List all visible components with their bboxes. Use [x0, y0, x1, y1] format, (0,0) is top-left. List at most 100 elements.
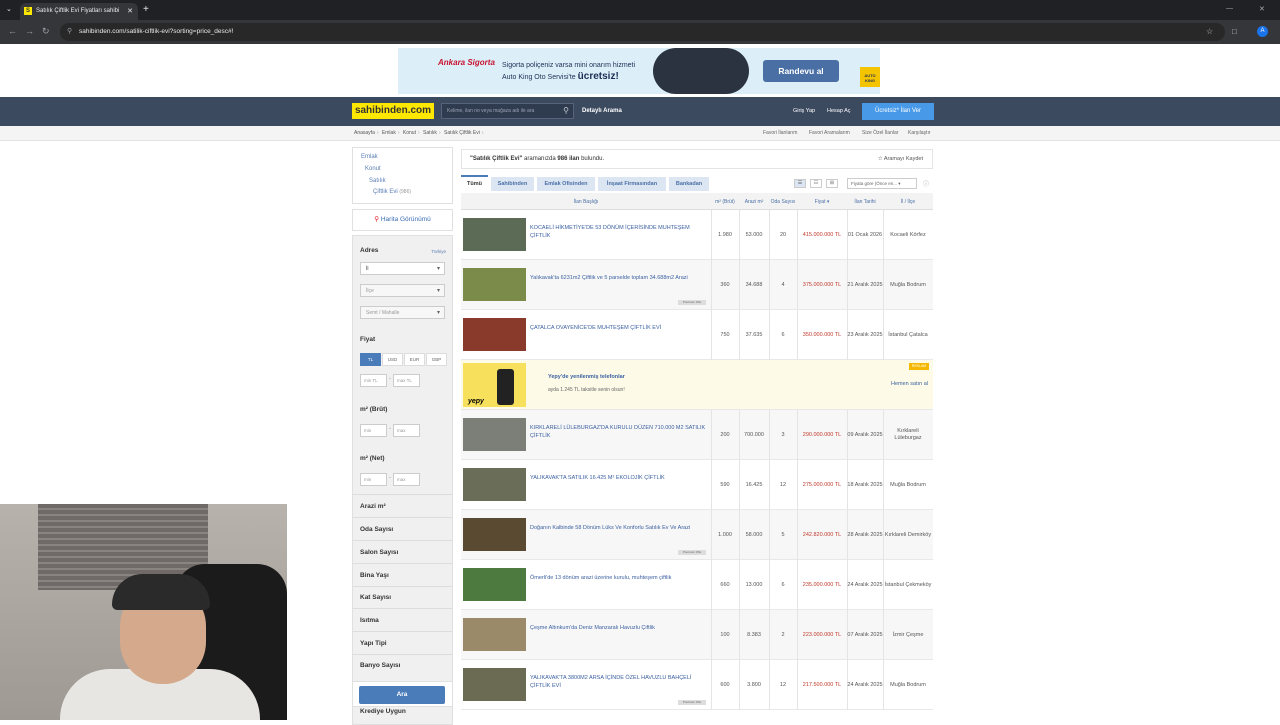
col-price[interactable]: Fiyat ▾ [797, 193, 847, 210]
col-date[interactable]: İlan Tarihi [847, 193, 883, 210]
tab-agency[interactable]: Emlak Ofisinden [537, 177, 595, 191]
listing-title[interactable]: YALIKAVAK'TA SATILIK 16.425 M² EKOLOJİK … [530, 474, 706, 482]
detailed-search-link[interactable]: Detaylı Arama [582, 108, 622, 114]
bookmark-star-icon[interactable]: ☆ [1206, 27, 1213, 36]
col-m2-brut[interactable]: m² (Brüt) [711, 193, 739, 210]
map-view-button[interactable]: ⚲ Harita Görünümü [352, 209, 453, 231]
extensions-icon[interactable]: □ [1232, 27, 1237, 36]
table-row[interactable]: YALIKAVAK'TA 3800M2 ARSA İÇİNDE ÖZEL HAV… [461, 660, 933, 710]
site-logo[interactable]: sahibinden.com [352, 103, 434, 119]
listing-thumbnail[interactable] [463, 418, 526, 451]
table-row[interactable]: Yalıkavak'ta 6231m2 Çiftlik ve 5 parseld… [461, 260, 933, 310]
sort-select[interactable]: Fiyata göre (Önce en... ▾ [847, 178, 917, 189]
breadcrumb-item[interactable]: Anasayfa [354, 130, 375, 136]
col-oda-sayisi[interactable]: Oda Sayısı [769, 193, 797, 210]
min-m2-brut-input[interactable]: min [360, 424, 387, 437]
close-tab-icon[interactable]: ✕ [127, 7, 133, 15]
grid-list-view-icon[interactable]: ☷ [810, 179, 822, 188]
tab-bank[interactable]: Bankadan [669, 177, 709, 191]
listing-thumbnail[interactable] [463, 618, 526, 651]
country-link[interactable]: Türkiye [431, 249, 446, 254]
listing-title[interactable]: Yalıkavak'ta 6231m2 Çiftlik ve 5 parseld… [530, 274, 706, 282]
info-icon[interactable]: ⓘ [923, 179, 929, 188]
ad-banner[interactable]: Ankara Sigorta Sigorta poliçeniz varsa m… [398, 48, 880, 94]
max-m2-net-input[interactable]: max [393, 473, 420, 486]
forward-icon[interactable]: → [25, 26, 34, 36]
province-select[interactable]: İl ▾ [360, 262, 445, 275]
filter-salon-sayisi[interactable]: Salon Sayısı [360, 549, 398, 556]
listing-thumbnail[interactable] [463, 568, 526, 601]
max-price-input[interactable]: max TL [393, 374, 420, 387]
filter-arazi-m2[interactable]: Arazi m² [360, 503, 386, 510]
search-submit-button[interactable]: Ara [359, 686, 445, 704]
filter-banyo-sayisi[interactable]: Banyo Sayısı [360, 662, 400, 669]
tab-owner[interactable]: Sahibinden [491, 177, 534, 191]
min-price-input[interactable]: min TL [360, 374, 387, 387]
listing-thumbnail[interactable] [463, 518, 526, 551]
minimize-icon[interactable]: — [1226, 5, 1233, 12]
register-link[interactable]: Hesap Aç [827, 108, 851, 114]
tab-all[interactable]: Tümü [461, 175, 488, 191]
listing-title[interactable]: Ömerli'de 13 dönüm arazi üzerine kurulu,… [530, 574, 706, 582]
filter-krediye-uygun[interactable]: Krediye Uygun [360, 708, 406, 715]
currency-usd[interactable]: USD [382, 353, 403, 366]
free-ad-button[interactable]: Ücretsiz* İlan Ver [862, 103, 934, 120]
ad-appointment-button[interactable]: Randevu al [763, 60, 839, 82]
listing-thumbnail[interactable] [463, 218, 526, 251]
favorite-searches-link[interactable]: Favori Aramalarım [809, 130, 850, 136]
save-search-link[interactable]: ☆ Aramayı Kaydet [878, 156, 923, 162]
listing-title[interactable]: Çeşme Altınkum'da Deniz Manzaralı Havuzl… [530, 624, 706, 632]
currency-tl[interactable]: TL [360, 353, 381, 366]
table-row[interactable]: KIRKLARELİ LÜLEBURGAZ'DA KURULU DÜZEN 71… [461, 410, 933, 460]
filter-isitma[interactable]: Isıtma [360, 617, 379, 624]
listing-title[interactable]: KOCAELİ HİKMETİYE'DE 53 DÖNÜM İÇERİSİNDE… [530, 224, 706, 240]
neighborhood-select[interactable]: Semt / Mahalle ▾ [360, 306, 445, 319]
filter-bina-yasi[interactable]: Bina Yaşı [360, 572, 389, 579]
gallery-view-icon[interactable]: ⊞ [826, 179, 838, 188]
table-row[interactable]: ÇATALCA OVAYENİCE'DE MUHTEŞEM ÇİFTLİK EV… [461, 310, 933, 360]
col-arazi-m2[interactable]: Arazi m² [739, 193, 769, 210]
listing-title[interactable]: ÇATALCA OVAYENİCE'DE MUHTEŞEM ÇİFTLİK EV… [530, 324, 706, 332]
filter-oda-sayisi[interactable]: Oda Sayısı [360, 526, 393, 533]
profile-avatar[interactable]: A [1257, 26, 1268, 37]
table-row[interactable]: Çeşme Altınkum'da Deniz Manzaralı Havuzl… [461, 610, 933, 660]
table-row[interactable]: Doğanın Kalbinde 58 Dönüm Lüks Ve Konfor… [461, 510, 933, 560]
compare-link[interactable]: Karşılaştır [908, 130, 931, 136]
special-listings-link[interactable]: Size Özel İlanlar [862, 130, 898, 136]
list-view-icon[interactable]: ☰ [794, 179, 806, 188]
breadcrumb-item[interactable]: Satılık [423, 130, 437, 136]
reload-icon[interactable]: ↻ [42, 26, 50, 37]
table-row[interactable]: Ömerli'de 13 dönüm arazi üzerine kurulu,… [461, 560, 933, 610]
breadcrumb-item[interactable]: Satılık Çiftlik Evi [444, 130, 480, 136]
site-info-icon[interactable]: ⚲ [67, 27, 72, 35]
min-m2-net-input[interactable]: min [360, 473, 387, 486]
login-link[interactable]: Giriş Yap [793, 108, 815, 114]
category-emlak[interactable]: Emlak [361, 154, 378, 160]
tab-builder[interactable]: İnşaat Firmasından [598, 177, 666, 191]
district-select[interactable]: İlçe ▾ [360, 284, 445, 297]
col-title[interactable]: İlan Başlığı [461, 193, 711, 210]
filter-yapi-tipi[interactable]: Yapı Tipi [360, 640, 387, 647]
sponsored-row[interactable]: yepy Yepy'de yenilenmiş telefonlar ayda 1.… [461, 360, 933, 410]
category-konut[interactable]: Konut [365, 166, 381, 172]
new-tab-icon[interactable]: + [143, 4, 149, 15]
listing-thumbnail[interactable] [463, 668, 526, 701]
table-row[interactable]: YALIKAVAK'TA SATILIK 16.425 M² EKOLOJİK … [461, 460, 933, 510]
col-location[interactable]: İl / İlçe [883, 193, 933, 210]
listing-title[interactable]: YALIKAVAK'TA 3800M2 ARSA İÇİNDE ÖZEL HAV… [530, 674, 706, 690]
yepy-title[interactable]: Yepy'de yenilenmiş telefonlar [548, 374, 625, 380]
category-satilik[interactable]: Satılık [369, 178, 386, 184]
breadcrumb-item[interactable]: Konut [403, 130, 416, 136]
table-row[interactable]: KOCAELİ HİKMETİYE'DE 53 DÖNÜM İÇERİSİNDE… [461, 210, 933, 260]
search-icon[interactable]: ⚲ [563, 106, 569, 115]
address-bar[interactable]: ⚲ sahibinden.com/satilik-ciftlik-evi?sor… [60, 23, 1225, 41]
yepy-buy-link[interactable]: Hemen satın al [891, 381, 928, 387]
back-icon[interactable]: ← [8, 26, 17, 36]
listing-thumbnail[interactable] [463, 468, 526, 501]
max-m2-brut-input[interactable]: max [393, 424, 420, 437]
breadcrumb-item[interactable]: Emlak [382, 130, 396, 136]
category-ciftlik-evi[interactable]: Çiftlik Evi (986) [373, 189, 411, 195]
currency-eur[interactable]: EUR [404, 353, 425, 366]
filter-kat-sayisi[interactable]: Kat Sayısı [360, 594, 391, 601]
close-window-icon[interactable]: ✕ [1259, 5, 1265, 13]
